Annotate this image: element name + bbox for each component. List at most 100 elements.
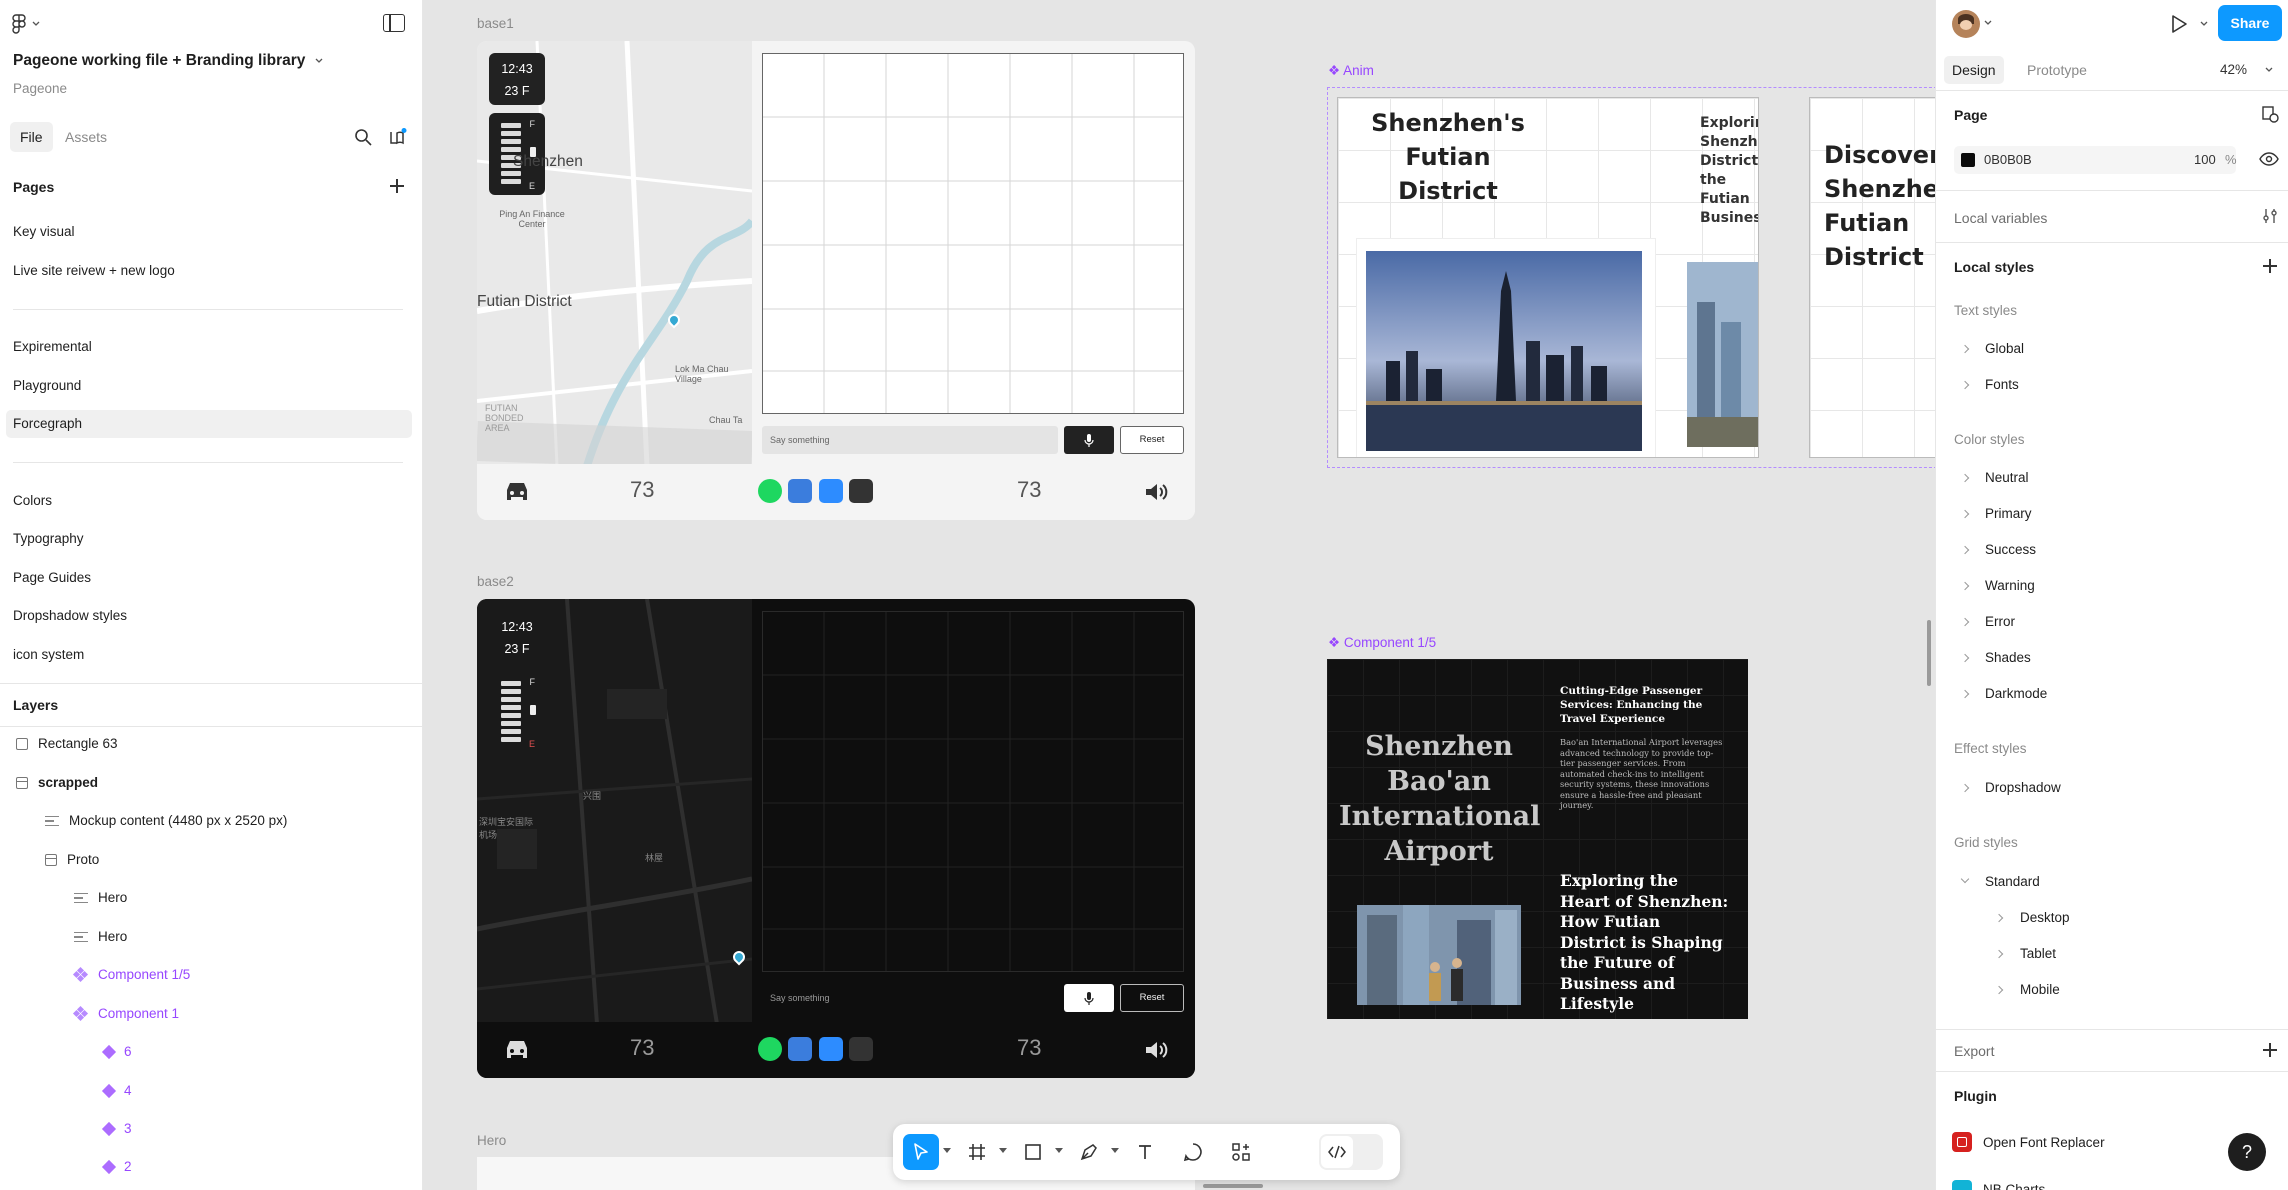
tab-assets[interactable]: Assets [55,122,117,152]
layer-row[interactable]: Proto [45,846,99,874]
export-heading[interactable]: Export [1954,1043,1994,1059]
add-style-icon[interactable] [2261,257,2279,275]
plugin-item[interactable]: NB Charts [1983,1182,2045,1190]
reset-button[interactable]: Reset [1120,426,1184,454]
eye-icon[interactable] [2259,151,2279,167]
horizontal-scrollbar[interactable] [1203,1184,1263,1188]
chevron-right-icon[interactable] [1960,581,1970,591]
frame-label-base1[interactable]: base1 [477,16,514,31]
layer-row[interactable]: 2 [101,1153,132,1181]
chevron-right-icon[interactable] [1994,985,2004,995]
volume-icon[interactable] [1143,480,1171,504]
comment-tool-button[interactable] [1175,1134,1211,1170]
chevron-down-icon[interactable] [1111,1148,1119,1153]
layer-row[interactable]: Mockup content (4480 px x 2520 px) [45,807,287,835]
frame-label-anim[interactable]: ❖ Anim [1328,63,1374,79]
page-item[interactable]: icon system [6,641,412,669]
pen-tool-button[interactable] [1071,1134,1107,1170]
frame-tool-button[interactable] [959,1134,995,1170]
vertical-scrollbar[interactable] [1927,620,1931,686]
style-group[interactable]: Tablet [2020,946,2056,961]
say-something-input[interactable]: Say something [762,426,1058,454]
chevron-right-icon[interactable] [1960,380,1970,390]
messages-icon[interactable] [819,479,843,503]
chevron-down-icon[interactable] [1960,874,1970,884]
local-variables[interactable]: Local variables [1954,210,2047,226]
chevron-down-icon[interactable] [1055,1148,1063,1153]
chevron-right-icon[interactable] [1960,344,1970,354]
add-page-icon[interactable] [388,177,406,195]
say-something-input[interactable]: Say something [762,984,1067,1012]
style-group[interactable]: Dropshadow [1985,780,2061,795]
layer-row[interactable]: Component 1/5 [72,961,190,989]
map-dark[interactable]: 12:43 23 F F E 深圳宝安国际机场 兴围 林屋 [477,599,752,1024]
page-item-selected[interactable]: Forcegraph [6,410,412,438]
tab-design[interactable]: Design [1944,56,2004,84]
messages-icon[interactable] [819,1037,843,1061]
chevron-right-icon[interactable] [1960,473,1970,483]
style-group[interactable]: Success [1985,542,2036,557]
chevron-right-icon[interactable] [1960,509,1970,519]
chevron-right-icon[interactable] [1994,949,2004,959]
map-light[interactable]: 12:43 23 F F E Shenzhen Futian District … [477,41,752,466]
page-color-field[interactable]: 0B0B0B 100 % [1954,146,2237,174]
variables-icon[interactable] [2261,207,2279,225]
toggle-sidebar-icon[interactable] [383,14,405,32]
actions-tool-button[interactable] [1223,1134,1259,1170]
shape-tool-button[interactable] [1015,1134,1051,1170]
canvas[interactable]: base1 12:43 23 F F E Shenzhen Futian Dis… [423,0,1935,1190]
move-tool-button[interactable] [903,1134,939,1170]
style-group[interactable]: Desktop [2020,910,2070,925]
layer-row[interactable]: Hero [74,884,127,912]
nb-charts-icon[interactable] [1952,1180,1972,1190]
chevron-right-icon[interactable] [1960,653,1970,663]
tab-file[interactable]: File [10,122,53,152]
page-item[interactable]: Playground [6,372,412,400]
car-icon[interactable] [503,480,531,504]
page-item[interactable]: Page Guides [6,564,412,592]
page-settings-icon[interactable] [2261,105,2279,123]
layer-row[interactable]: 4 [101,1077,132,1105]
spotify-icon[interactable] [758,1037,782,1061]
grid-panel-dark[interactable] [762,611,1184,972]
search-icon[interactable] [353,127,373,147]
style-group[interactable]: Fonts [1985,377,2019,392]
page-item[interactable]: Live site reivew + new logo [6,257,412,285]
chevron-right-icon[interactable] [1994,913,2004,923]
page-item[interactable]: Expiremental [6,333,412,361]
anim-frame-2[interactable]: Discover Shenzhen Futian District [1809,97,1935,458]
chevron-right-icon[interactable] [1960,783,1970,793]
page-item[interactable]: Colors [6,487,412,515]
text-tool-button[interactable] [1127,1134,1163,1170]
help-button[interactable]: ? [2228,1133,2266,1171]
chevron-right-icon[interactable] [1960,689,1970,699]
chevron-down-icon[interactable] [943,1148,951,1153]
dashboard-frame-light[interactable]: 12:43 23 F F E Shenzhen Futian District … [477,41,1195,520]
style-group[interactable]: Warning [1985,578,2035,593]
style-group[interactable]: Global [1985,341,2024,356]
plugin-item[interactable]: Open Font Replacer [1983,1135,2105,1150]
add-export-icon[interactable] [2261,1041,2279,1059]
mic-button[interactable] [1064,426,1114,454]
share-button[interactable]: Share [2218,5,2282,41]
style-group[interactable]: Standard [1985,874,2040,889]
style-group[interactable]: Error [1985,614,2015,629]
page-item[interactable]: Typography [6,525,412,553]
more-apps-icon[interactable] [849,479,873,503]
chevron-down-icon[interactable] [2265,67,2273,73]
avatar[interactable] [1952,10,1980,38]
more-apps-icon[interactable] [849,1037,873,1061]
style-group[interactable]: Mobile [2020,982,2060,997]
main-menu-button[interactable] [12,12,52,36]
component-frame[interactable]: Shenzhen Bao'an International Airport Cu… [1327,659,1748,1019]
project-name[interactable]: Pageone [13,81,67,96]
style-group[interactable]: Shades [1985,650,2031,665]
tab-prototype[interactable]: Prototype [2019,56,2095,84]
chevron-down-icon[interactable] [999,1148,1007,1153]
file-title[interactable]: Pageone working file + Branding library [13,52,323,70]
reset-button[interactable]: Reset [1120,984,1184,1012]
present-play-icon[interactable] [2170,14,2188,34]
style-group[interactable]: Darkmode [1985,686,2047,701]
layer-row[interactable]: scrapped [16,769,98,797]
grid-panel-light[interactable] [762,53,1184,414]
